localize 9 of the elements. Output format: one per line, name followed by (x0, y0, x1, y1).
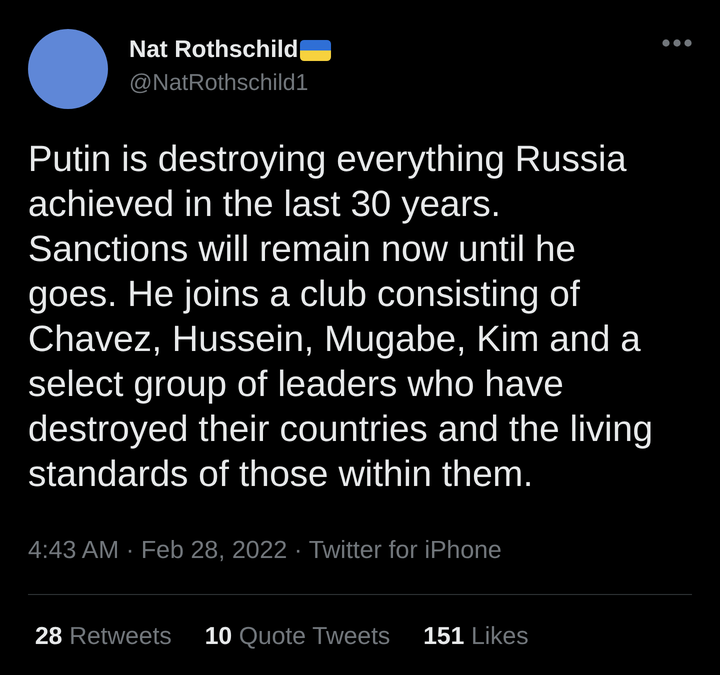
stat-link[interactable]: 10 Quote Tweets (204, 623, 390, 651)
more-options-icon[interactable] (662, 39, 692, 47)
tweet-timestamp: 4:43 AM · Feb 28, 2022 · Twitter for iPhone (28, 537, 502, 565)
display-name[interactable]: Nat Rothschild (129, 36, 298, 64)
flag-icon (300, 40, 332, 60)
user-handle[interactable]: @NatRothschild1 (129, 68, 308, 96)
stat-link[interactable]: 28 Retweets (35, 623, 172, 651)
tweet-text: Putin is destroying everything Russia achieved in the last 30 years. Sanctions will remain now until he goes. He joins a club consisting of Chavez, Hussein, Mugabe, Kim and a select group of leaders who have destroyed their countries and the living standards of those within them. (28, 137, 654, 496)
stat-link[interactable]: 151 Likes (423, 623, 529, 651)
